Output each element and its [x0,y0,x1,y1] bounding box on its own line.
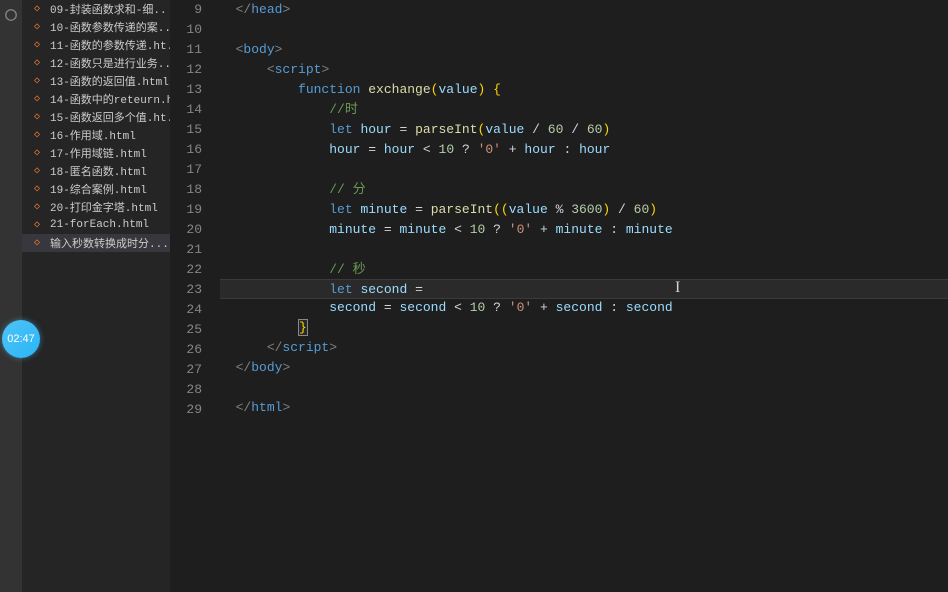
line-number: 19 [170,200,202,220]
file-label: 18-匿名函数.html [50,163,147,179]
html-file-icon [34,237,40,249]
file-explorer[interactable]: 09-封装函数求和-细.. 10-函数参数传递的案.. 11-函数的参数传递.ht.… [22,0,170,592]
file-item[interactable]: 14-函数中的reteurn.h.. [22,90,170,108]
file-label: 21-forEach.html [50,219,149,231]
code-line[interactable]: </script> [220,338,948,358]
code-line[interactable] [220,160,948,180]
html-file-icon [34,219,40,231]
html-file-icon [34,147,40,159]
code-line[interactable]: let second = I [220,279,948,299]
file-label: 20-打印金字塔.html [50,199,158,215]
file-item[interactable]: 15-函数返回多个值.ht.. [22,108,170,126]
line-number: 21 [170,240,202,260]
file-item[interactable]: 13-函数的返回值.html [22,72,170,90]
html-file-icon [34,21,40,33]
file-item[interactable]: 输入秒数转换成时分... [22,234,170,252]
code-line[interactable] [220,378,948,398]
line-number: 24 [170,300,202,320]
html-file-icon [34,183,40,195]
file-item[interactable]: 17-作用域链.html [22,144,170,162]
line-number: 27 [170,360,202,380]
code-line[interactable] [220,240,948,260]
code-editor[interactable]: 9101112131415161718192021222324252627282… [170,0,948,592]
code-line[interactable]: hour = hour < 10 ? '0' + hour : hour [220,140,948,160]
html-file-icon [34,57,40,69]
code-line[interactable]: //时 [220,100,948,120]
code-line[interactable]: <script> [220,60,948,80]
line-number: 12 [170,60,202,80]
html-file-icon [34,75,40,87]
code-line[interactable]: second = second < 10 ? '0' + second : se… [220,298,948,318]
html-file-icon [34,201,40,213]
timer-text: 02:47 [7,333,35,345]
line-number: 14 [170,100,202,120]
file-label: 14-函数中的reteurn.h.. [50,91,170,107]
line-number: 22 [170,260,202,280]
line-number: 17 [170,160,202,180]
line-number: 16 [170,140,202,160]
line-number: 25 [170,320,202,340]
file-label: 输入秒数转换成时分... [50,235,169,251]
file-item[interactable]: 18-匿名函数.html [22,162,170,180]
line-number: 28 [170,380,202,400]
file-label: 17-作用域链.html [50,145,147,161]
file-label: 12-函数只是进行业务.. [50,55,170,71]
html-file-icon [34,165,40,177]
html-file-icon [34,3,40,15]
code-line[interactable]: // 分 [220,180,948,200]
code-line[interactable]: let hour = parseInt(value / 60 / 60) [220,120,948,140]
line-number: 15 [170,120,202,140]
code-line[interactable]: </head> [220,0,948,20]
file-label: 15-函数返回多个值.ht.. [50,109,170,125]
line-number: 11 [170,40,202,60]
file-label: 19-综合案例.html [50,181,147,197]
line-number: 26 [170,340,202,360]
code-line[interactable]: </body> [220,358,948,378]
file-label: 10-函数参数传递的案.. [50,19,170,35]
html-file-icon [34,39,40,51]
timer-badge[interactable]: 02:47 [2,320,40,358]
html-file-icon [34,93,40,105]
file-item[interactable]: 09-封装函数求和-细.. [22,0,170,18]
activity-bar [0,0,22,592]
file-item[interactable]: 16-作用域.html [22,126,170,144]
code-line[interactable]: } [220,318,948,338]
code-area[interactable]: </head> <body> <script> function exchang… [220,0,948,592]
explorer-icon[interactable] [0,4,22,26]
text-cursor: I [675,278,680,298]
file-label: 09-封装函数求和-细.. [50,1,167,17]
code-line[interactable]: // 秒 [220,260,948,280]
file-item[interactable]: 19-综合案例.html [22,180,170,198]
file-item[interactable]: 12-函数只是进行业务.. [22,54,170,72]
code-line[interactable]: minute = minute < 10 ? '0' + minute : mi… [220,220,948,240]
line-number: 10 [170,20,202,40]
html-file-icon [34,129,40,141]
code-line[interactable]: <body> [220,40,948,60]
file-item[interactable]: 10-函数参数传递的案.. [22,18,170,36]
line-number: 29 [170,400,202,420]
line-number: 13 [170,80,202,100]
code-line[interactable]: function exchange(value) { [220,80,948,100]
line-number: 9 [170,0,202,20]
file-label: 16-作用域.html [50,127,136,143]
code-line[interactable]: </html> [220,398,948,418]
file-label: 13-函数的返回值.html [50,73,169,89]
file-label: 11-函数的参数传递.ht.. [50,37,170,53]
file-item[interactable]: 21-forEach.html [22,216,170,234]
code-line[interactable] [220,20,948,40]
file-item[interactable]: 20-打印金字塔.html [22,198,170,216]
line-gutter: 9101112131415161718192021222324252627282… [170,0,220,592]
code-line[interactable]: let minute = parseInt((value % 3600) / 6… [220,200,948,220]
file-item[interactable]: 11-函数的参数传递.ht.. [22,36,170,54]
line-number: 20 [170,220,202,240]
html-file-icon [34,111,40,123]
line-number: 18 [170,180,202,200]
line-number: 23 [170,280,202,300]
